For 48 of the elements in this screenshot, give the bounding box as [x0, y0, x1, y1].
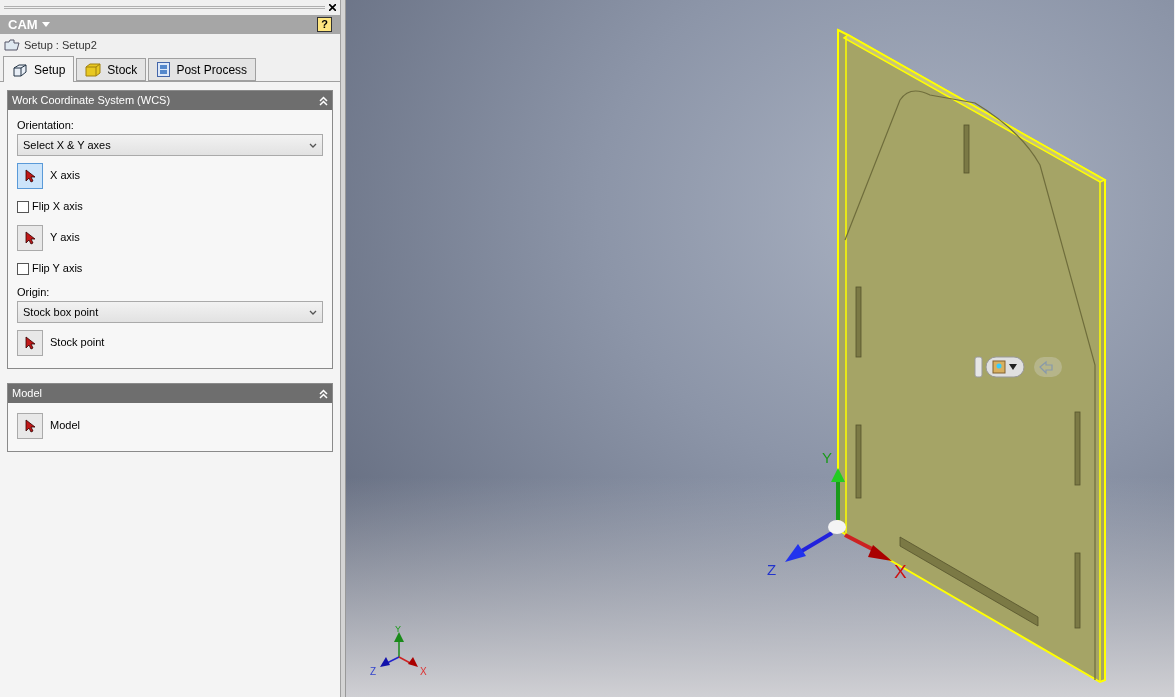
dropdown[interactable]: Select X & Y axes	[17, 134, 323, 156]
gcode-file-icon	[157, 62, 171, 77]
selection-button[interactable]	[17, 224, 43, 251]
field-label: Origin:	[17, 285, 51, 300]
section-title: Work Coordinate System (WCS)	[12, 93, 171, 109]
toolbar-handle[interactable]	[974, 356, 983, 378]
tab[interactable]: Stock	[76, 58, 147, 81]
mini-z-label: Z	[370, 666, 377, 677]
selection-label: X axis	[50, 168, 80, 184]
collapse-icon[interactable]	[319, 388, 328, 399]
cube-outline-icon	[12, 62, 28, 77]
selection-label: Y axis	[50, 230, 80, 246]
mini-y-label: Y	[395, 624, 401, 634]
mini-triad-drawing	[380, 632, 418, 667]
checkbox[interactable]: Flip Y axis	[17, 253, 323, 284]
tab[interactable]: Setup	[3, 56, 75, 82]
view-cube-button[interactable]	[985, 356, 1025, 378]
tab[interactable]: Post Process	[148, 58, 257, 81]
selection-button[interactable]	[17, 412, 43, 439]
collapse-icon[interactable]	[319, 95, 328, 106]
z-axis-label: Z	[767, 561, 777, 578]
dropdown[interactable]: Stock box point	[17, 301, 323, 323]
close-icon[interactable]	[329, 4, 336, 11]
x-axis-label: X	[894, 561, 907, 582]
mini-x-label: X	[420, 666, 427, 677]
field-label: Orientation:	[17, 118, 75, 133]
selection-label: Model	[50, 418, 80, 434]
origin-sphere[interactable]	[828, 520, 846, 534]
chevron-down-icon	[309, 142, 317, 148]
z-axis-arrow[interactable]	[785, 531, 834, 562]
3d-viewport[interactable]: Y Z X Y Z X	[346, 0, 1174, 697]
chevron-down-icon	[309, 309, 317, 315]
cursor-icon	[25, 335, 35, 350]
help-button[interactable]: ?	[317, 17, 332, 32]
caret-icon	[41, 22, 50, 27]
setup-breadcrumb: Setup : Setup2	[24, 37, 97, 53]
cursor-icon	[25, 418, 35, 433]
x-axis-arrow[interactable]	[844, 533, 892, 561]
selection-button[interactable]	[17, 162, 43, 189]
folder-icon	[4, 39, 20, 51]
selection-button[interactable]	[17, 329, 43, 356]
checkbox[interactable]: Flip X axis	[17, 191, 323, 222]
section-title: Model	[12, 386, 42, 402]
selection-label: Stock point	[50, 335, 105, 351]
y-axis-label: Y	[822, 449, 832, 466]
cursor-icon	[25, 230, 35, 245]
cursor-icon	[25, 168, 35, 183]
cube-icon	[85, 62, 102, 77]
